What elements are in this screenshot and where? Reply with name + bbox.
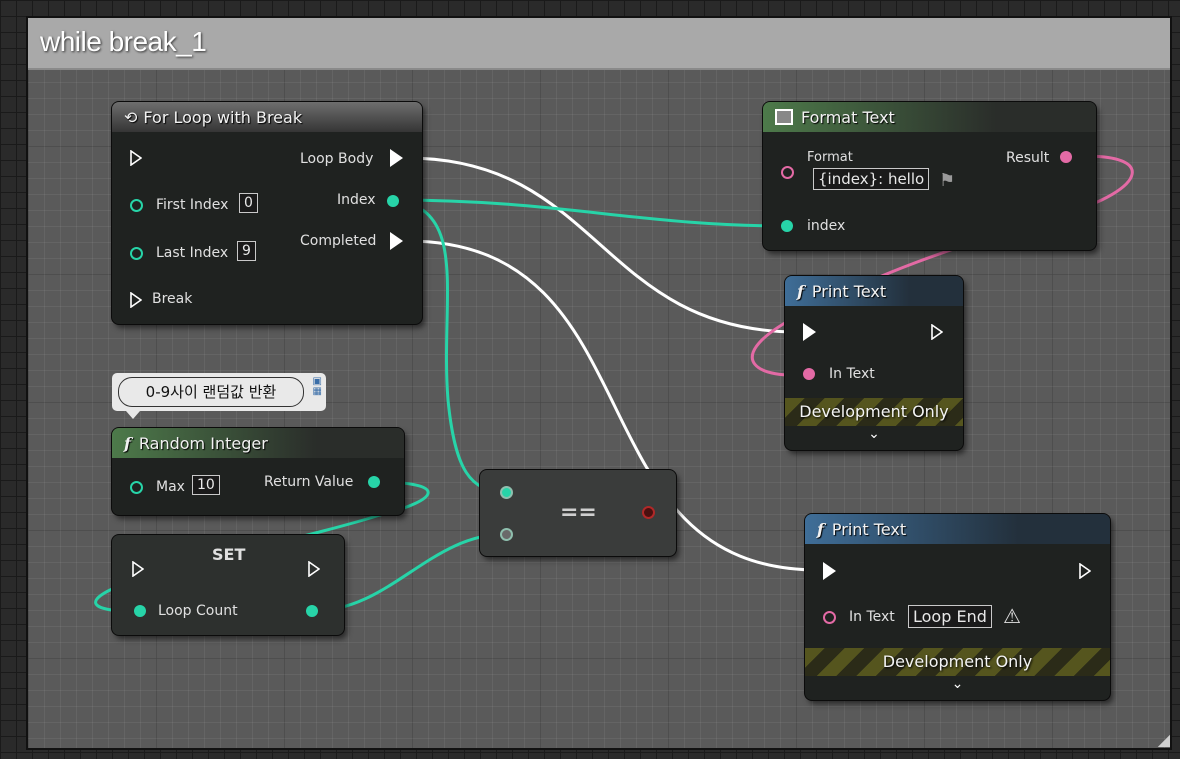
- completed-label: Completed: [300, 233, 377, 249]
- bubble-pin-icon[interactable]: ▣ ▦: [313, 377, 322, 397]
- print-text-2-intext-pin[interactable]: [823, 611, 836, 624]
- chevron-down-icon[interactable]: ⌄: [785, 426, 963, 442]
- for-loop-title: For Loop with Break: [143, 107, 303, 127]
- loop-body-label: Loop Body: [300, 151, 374, 167]
- print-text-1-intext-label: In Text: [829, 366, 875, 382]
- equal-symbol: ==: [560, 500, 597, 525]
- print-text-1-exec-in[interactable]: [803, 323, 816, 341]
- format-label: Format: [807, 150, 853, 165]
- completed-pin[interactable]: [390, 232, 403, 250]
- function-icon: f: [124, 433, 131, 453]
- result-label: Result: [1006, 150, 1050, 166]
- for-loop-header[interactable]: ⟲ For Loop with Break: [112, 102, 422, 132]
- format-text-header[interactable]: Format Text: [763, 102, 1096, 132]
- loop-count-in-pin[interactable]: [134, 605, 146, 617]
- max-input[interactable]: 10: [192, 475, 220, 495]
- wire-index-to-format: [394, 198, 787, 228]
- print-text-2-intext-label: In Text: [849, 609, 895, 625]
- format-index-pin[interactable]: [781, 220, 793, 232]
- index-out-pin[interactable]: [387, 195, 399, 207]
- comment-bubble-text: 0-9사이 랜덤값 반환: [118, 377, 304, 407]
- print-text-2-exec-in[interactable]: [823, 562, 836, 580]
- print-text-2-exec-out[interactable]: [1079, 563, 1091, 579]
- print-text-2-title: Print Text: [831, 519, 907, 539]
- function-icon: f: [797, 281, 804, 301]
- result-pin[interactable]: [1060, 151, 1072, 163]
- equal-result-pin[interactable]: [642, 506, 655, 519]
- for-loop-with-break-node[interactable]: ⟲ For Loop with Break First Index 0 Last…: [112, 102, 422, 324]
- last-index-pin[interactable]: [130, 247, 143, 260]
- max-pin[interactable]: [130, 481, 143, 494]
- warning-icon[interactable]: ⚠: [1003, 604, 1021, 628]
- equal-node[interactable]: ==: [480, 470, 676, 556]
- return-value-pin[interactable]: [368, 476, 380, 488]
- exec-in-pin[interactable]: [130, 150, 142, 166]
- development-only-banner: Development Only: [805, 648, 1110, 676]
- format-pin[interactable]: [781, 166, 794, 179]
- set-node[interactable]: SET Loop Count: [112, 535, 344, 635]
- random-integer-header[interactable]: f Random Integer: [112, 428, 404, 458]
- print-text-1-exec-out[interactable]: [931, 324, 943, 340]
- print-text-1-intext-pin[interactable]: [803, 368, 815, 380]
- print-text-1-header[interactable]: f Print Text: [785, 276, 963, 306]
- development-only-banner: Development Only: [785, 398, 963, 426]
- flag-icon[interactable]: ⚑: [939, 170, 955, 191]
- print-text-1-title: Print Text: [811, 281, 887, 301]
- random-integer-title: Random Integer: [138, 433, 268, 453]
- set-title: SET: [212, 545, 246, 564]
- first-index-label: First Index: [156, 197, 229, 213]
- format-text-icon: [775, 109, 793, 125]
- function-icon: f: [817, 519, 824, 539]
- loop-body-pin[interactable]: [390, 149, 403, 167]
- bubble-tail: [126, 411, 140, 419]
- equal-a-pin[interactable]: [500, 486, 513, 499]
- format-input[interactable]: {index}: hello: [813, 168, 930, 190]
- max-label: Max: [156, 479, 185, 495]
- random-integer-node[interactable]: f Random Integer Max 10 Return Value: [112, 428, 404, 515]
- last-index-label: Last Index: [156, 245, 229, 261]
- format-index-label: index: [807, 218, 846, 234]
- wire-loopbody-to-print1: [406, 156, 799, 334]
- format-text-title: Format Text: [801, 107, 895, 127]
- print-text-2-intext-input[interactable]: Loop End: [908, 605, 992, 628]
- break-label: Break: [152, 291, 193, 307]
- print-text-node-2[interactable]: f Print Text In Text Loop End ⚠ Developm…: [805, 514, 1110, 700]
- loop-count-out-pin[interactable]: [306, 605, 318, 617]
- print-text-2-header[interactable]: f Print Text: [805, 514, 1110, 544]
- loop-icon: ⟲: [124, 107, 138, 127]
- set-exec-out[interactable]: [308, 561, 320, 577]
- first-index-input[interactable]: 0: [239, 193, 258, 213]
- comment-bubble[interactable]: 0-9사이 랜덤값 반환 ▣ ▦: [112, 373, 326, 419]
- print-text-node-1[interactable]: f Print Text In Text Development Only ⌄: [785, 276, 963, 450]
- first-index-pin[interactable]: [130, 199, 143, 212]
- last-index-input[interactable]: 9: [237, 241, 256, 261]
- chevron-down-icon[interactable]: ⌄: [805, 676, 1110, 692]
- loop-count-label: Loop Count: [158, 603, 238, 619]
- return-value-label: Return Value: [264, 474, 354, 490]
- break-pin[interactable]: [130, 292, 142, 308]
- equal-b-pin[interactable]: [500, 528, 513, 541]
- format-text-node[interactable]: Format Text Format {index}: hello ⚑ Resu…: [763, 102, 1096, 250]
- set-exec-in[interactable]: [132, 561, 144, 577]
- index-label: Index: [337, 192, 376, 208]
